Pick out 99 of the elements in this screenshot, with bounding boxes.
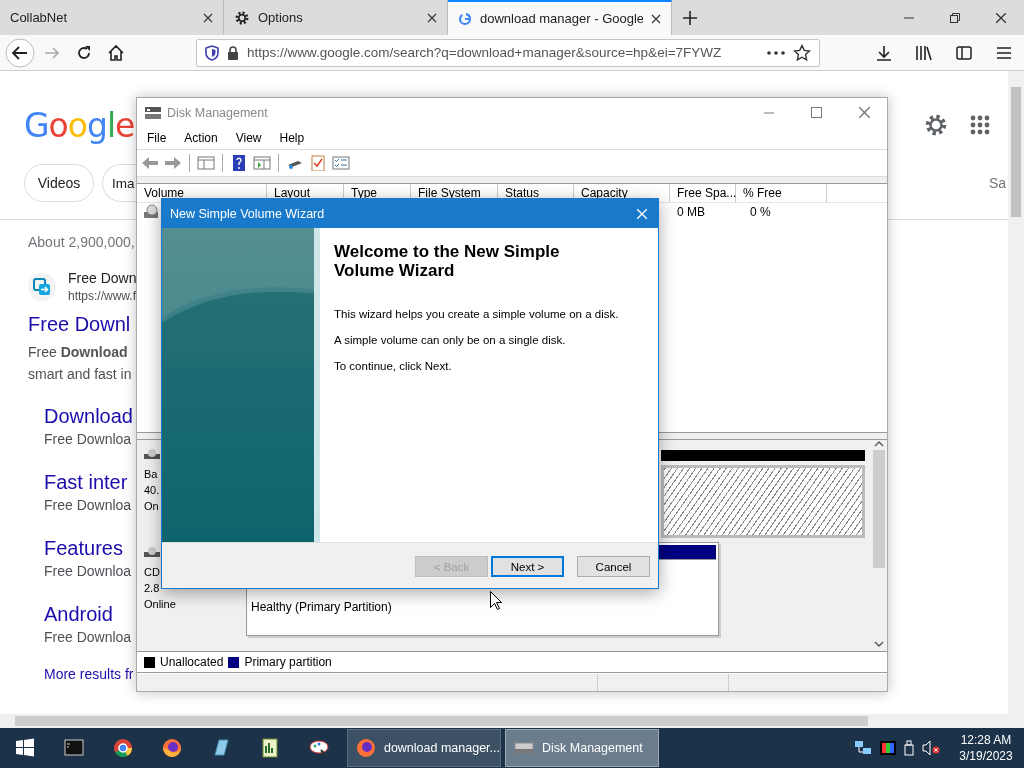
disk-info: 2.8 <box>144 581 160 596</box>
scrollbar-thumb[interactable] <box>1011 87 1021 217</box>
result-stats: About 2,900,000, <box>28 234 135 250</box>
partition-status: Healthy (Primary Partition) <box>251 600 392 614</box>
menu-item[interactable]: Action <box>178 129 224 147</box>
back-button[interactable] <box>5 37 35 68</box>
home-button[interactable] <box>107 43 125 62</box>
legend-label: Unallocated <box>160 655 224 669</box>
address-bar[interactable]: https://www.google.com/search?q=download+manager&source=hp&ei=7FYWZ <box>196 38 820 67</box>
disk-icon <box>144 448 162 462</box>
shield-icon <box>205 44 219 61</box>
menu-item[interactable]: Help <box>273 129 311 147</box>
scrollbar-thumb[interactable] <box>15 716 868 726</box>
disk-icon <box>144 546 162 560</box>
result-link[interactable]: Fast inter <box>44 469 128 495</box>
result-snippet: Free Downloa <box>44 562 132 581</box>
properties-icon[interactable] <box>332 155 350 171</box>
result-link[interactable]: Features <box>44 535 123 561</box>
console-tree-icon[interactable] <box>197 155 215 171</box>
disk-info: CD <box>144 565 160 580</box>
close-icon[interactable] <box>995 11 1007 24</box>
chart-document-icon[interactable] <box>259 738 280 758</box>
restore-button[interactable] <box>949 11 961 24</box>
scroll-down-icon[interactable] <box>874 640 884 648</box>
filter-chip[interactable]: Ima <box>102 164 136 202</box>
more-results-link[interactable]: More results fr <box>28 666 134 682</box>
legend-label: Primary partition <box>244 655 332 669</box>
close-icon[interactable] <box>651 13 661 24</box>
window-title: Disk Management <box>167 105 268 120</box>
google-logo: Google <box>24 105 135 145</box>
mouse-cursor-icon <box>490 591 502 611</box>
result-snippet: smart and fast in <box>28 365 132 384</box>
apps-grid-icon[interactable] <box>970 115 990 135</box>
scrollbar-thumb[interactable] <box>873 450 885 568</box>
disk-info: Ba <box>144 467 158 482</box>
chrome-icon[interactable] <box>112 738 133 758</box>
disk-info: Online <box>144 597 176 612</box>
download-icon[interactable] <box>876 44 892 61</box>
checklist-icon[interactable] <box>309 155 327 171</box>
dialog-title: New Simple Volume Wizard <box>170 206 325 221</box>
table-cell-text: 0 MB <box>676 205 706 219</box>
google-icon <box>458 11 472 26</box>
close-icon[interactable] <box>427 12 437 23</box>
sidebar-icon[interactable] <box>956 45 972 60</box>
new-tab-button[interactable] <box>682 9 698 26</box>
taskbar-button[interactable]: download manager... <box>347 729 501 767</box>
pane-icon[interactable] <box>253 155 271 171</box>
result-snippet: Free Downloa <box>44 430 132 449</box>
color-display-icon[interactable] <box>880 741 896 755</box>
result-snippet: Free Downloa <box>44 496 132 515</box>
site-url: https://www.f <box>68 289 137 303</box>
windows-logo-icon[interactable] <box>14 738 35 758</box>
menu-item[interactable]: View <box>229 129 268 147</box>
taskbar-button[interactable]: Disk Management <box>505 729 659 767</box>
lock-icon <box>227 45 239 60</box>
close-icon[interactable] <box>203 12 213 23</box>
library-icon[interactable] <box>915 44 933 61</box>
wizard-text: This wizard helps you create a simple volume on a disk. <box>334 308 620 320</box>
reload-button[interactable] <box>76 44 92 61</box>
wizard-text: To continue, click Next. <box>334 360 453 372</box>
table-cell-text: 0 % <box>749 205 771 219</box>
usb-drive-icon[interactable] <box>904 740 914 756</box>
tools-link[interactable]: Sa <box>988 175 1006 191</box>
disk-info: On <box>144 499 159 514</box>
site-name: Free Down <box>68 270 137 286</box>
wizard-text: A simple volume can only be on a single disk. <box>334 334 567 346</box>
more-icon[interactable] <box>767 50 785 55</box>
result-link[interactable]: Download <box>44 403 133 429</box>
left-arrow-icon[interactable] <box>141 155 159 171</box>
result-link[interactable]: Android <box>44 601 113 627</box>
result-title-link[interactable]: Free Downl <box>28 313 131 336</box>
result-snippet: Free Downloa <box>44 628 132 647</box>
disk-info: 40. <box>144 483 160 498</box>
menu-icon[interactable] <box>996 45 1012 60</box>
paint-icon[interactable] <box>308 738 329 758</box>
help-icon[interactable] <box>230 155 248 171</box>
clock[interactable]: 12:28 AM 3/19/2023 <box>948 732 1024 764</box>
menu-item[interactable]: File <box>141 129 173 147</box>
site-favicon <box>33 277 51 296</box>
column-header[interactable]: % Free <box>736 184 827 202</box>
settings-icon[interactable] <box>924 113 948 137</box>
star-icon[interactable] <box>793 43 811 62</box>
scroll-up-icon[interactable] <box>874 440 884 448</box>
firefox-icon <box>356 738 376 758</box>
dialog-button[interactable]: Next > <box>491 556 564 577</box>
speaker-muted-icon[interactable] <box>922 740 940 756</box>
firefox-icon[interactable] <box>161 738 182 758</box>
right-arrow-icon[interactable] <box>164 155 182 171</box>
gear-icon <box>234 9 250 26</box>
maximize-button[interactable] <box>811 107 822 118</box>
dialog-button[interactable]: Cancel <box>577 556 650 577</box>
network-icon[interactable] <box>854 740 872 756</box>
disk-management-icon <box>145 105 161 120</box>
wizard-heading: Welcome to the New Simple Volume Wizard <box>334 242 561 280</box>
terminal-icon[interactable] <box>63 738 84 758</box>
filter-chip[interactable]: Videos <box>24 164 94 202</box>
column-header[interactable]: Free Spa... <box>670 184 736 202</box>
result-snippet: Free Download <box>28 343 128 362</box>
browser-tab[interactable]: download manager - Google <box>448 0 672 35</box>
